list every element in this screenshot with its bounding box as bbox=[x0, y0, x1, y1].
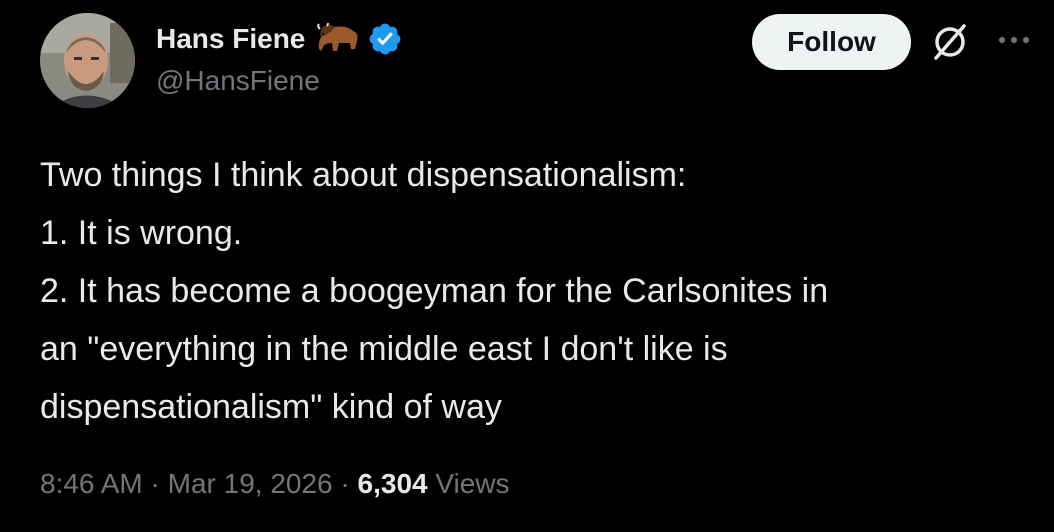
views-count: 6,304 bbox=[357, 468, 428, 499]
more-icon[interactable] bbox=[994, 30, 1034, 50]
grok-icon[interactable] bbox=[928, 20, 972, 64]
tweet-text-line: 1. It is wrong. bbox=[40, 214, 243, 252]
avatar[interactable] bbox=[40, 13, 135, 108]
author-handle[interactable]: @HansFiene bbox=[156, 65, 320, 97]
tweet-time[interactable]: 8:46 AM bbox=[40, 468, 143, 499]
meta-separator: · bbox=[150, 468, 160, 499]
tweet-date[interactable]: Mar 19, 2026 bbox=[168, 468, 333, 499]
meta-separator: · bbox=[340, 468, 350, 499]
tweet-text-line: an "everything in the middle east I don'… bbox=[40, 330, 728, 368]
tweet-text-line: 2. It has become a boogeyman for the Car… bbox=[40, 272, 829, 310]
author-display-name[interactable]: Hans Fiene bbox=[156, 23, 305, 55]
views-label: Views bbox=[435, 468, 510, 499]
follow-button[interactable]: Follow bbox=[752, 14, 911, 70]
author-name-row: Hans Fiene bbox=[156, 20, 403, 58]
tweet-text-line: Two things I think about dispensationali… bbox=[40, 156, 687, 194]
tweet-text: Two things I think about dispensationali… bbox=[40, 146, 1030, 436]
bison-emoji-icon bbox=[317, 21, 361, 55]
verified-badge-icon[interactable] bbox=[367, 21, 403, 57]
tweet-meta: 8:46 AM · Mar 19, 2026 · 6,304 Views bbox=[40, 468, 510, 500]
tweet-text-line: dispensationalism" kind of way bbox=[40, 388, 502, 426]
